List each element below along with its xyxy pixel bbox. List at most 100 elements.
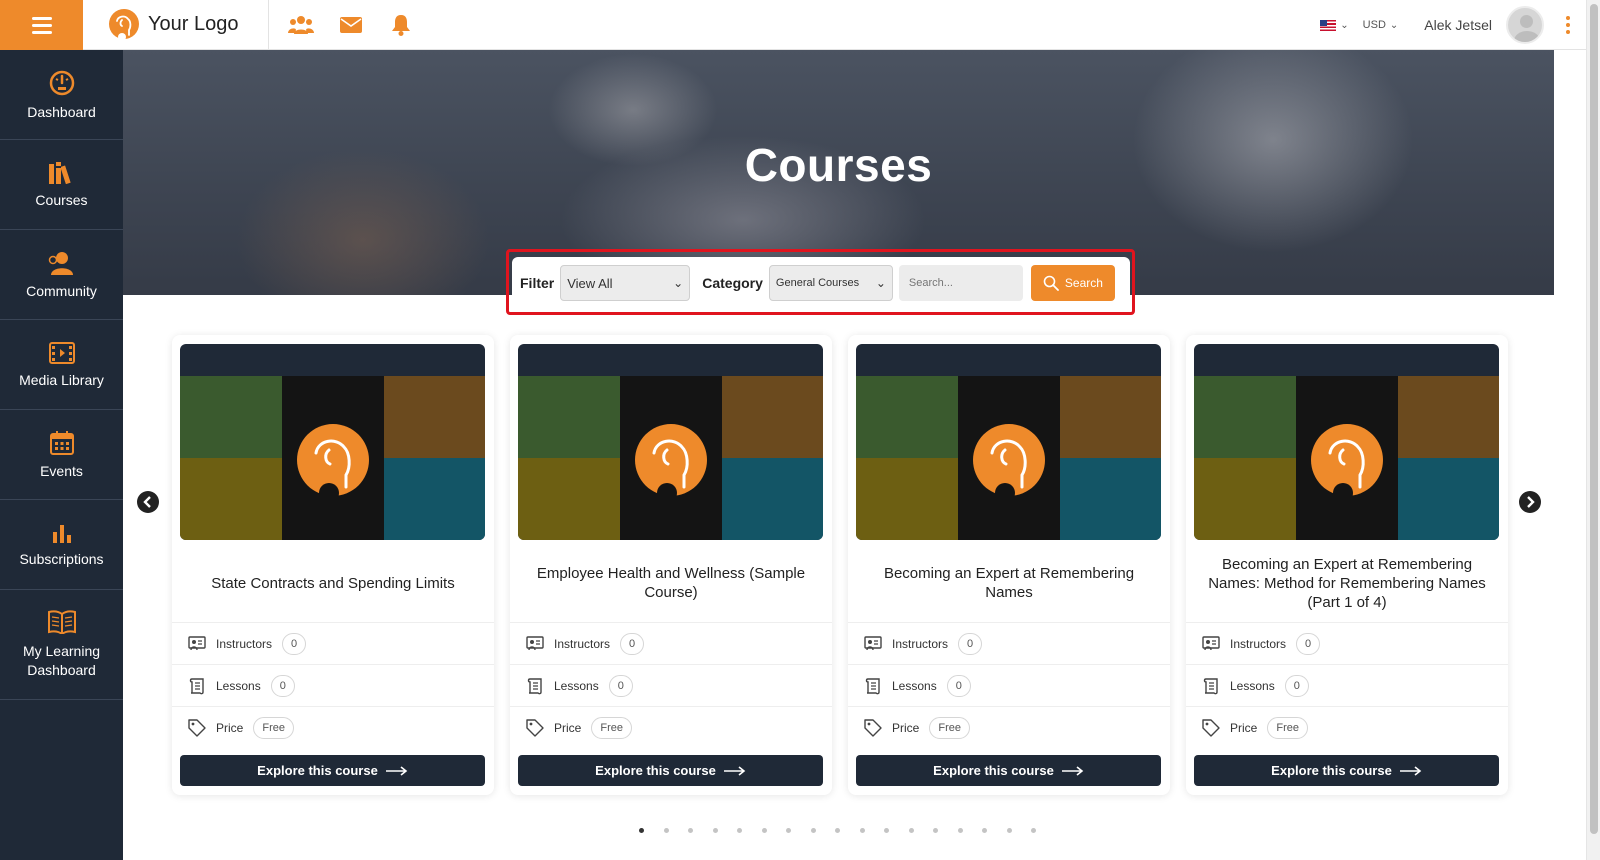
currency-selector[interactable]: USD ⌄ bbox=[1363, 19, 1399, 31]
carousel-dot[interactable] bbox=[835, 828, 840, 833]
lessons-row: Lessons 0 bbox=[510, 664, 832, 706]
course-title[interactable]: Employee Health and Wellness (Sample Cou… bbox=[526, 545, 816, 621]
instructors-count: 0 bbox=[620, 632, 645, 655]
lessons-count: 0 bbox=[946, 674, 971, 697]
explore-course-button[interactable]: Explore this course bbox=[856, 755, 1161, 786]
carousel-dot[interactable] bbox=[810, 828, 816, 833]
page-scrollbar[interactable] bbox=[1586, 0, 1600, 860]
lessons-label: Lessons bbox=[892, 678, 937, 693]
carousel-next-button[interactable] bbox=[1519, 491, 1541, 513]
menu-toggle-button[interactable] bbox=[0, 0, 83, 50]
carousel-dot[interactable] bbox=[737, 828, 742, 833]
sidebar: Dashboard Courses Community Media Librar… bbox=[0, 50, 123, 860]
notifications-button[interactable] bbox=[387, 12, 415, 38]
instructors-count: 0 bbox=[1296, 632, 1321, 655]
carousel-prev-button[interactable] bbox=[137, 491, 159, 513]
calendar-icon bbox=[49, 430, 74, 455]
carousel-dot[interactable] bbox=[859, 828, 865, 833]
carousel-dot[interactable] bbox=[786, 828, 791, 833]
instructor-board-icon bbox=[864, 635, 882, 650]
explore-course-label: Explore this course bbox=[933, 763, 1054, 778]
instructors-row: Instructors 0 bbox=[510, 622, 832, 664]
chevron-down-icon: ⌄ bbox=[1389, 19, 1399, 31]
lessons-row: Lessons 0 bbox=[848, 664, 1170, 706]
price-value: Free bbox=[1267, 716, 1308, 739]
dashboard-gauge-icon bbox=[49, 70, 74, 95]
sidebar-item-label: Media Library bbox=[19, 371, 104, 388]
sidebar-item-events[interactable]: Events bbox=[0, 410, 123, 500]
users-button[interactable] bbox=[287, 12, 315, 38]
sidebar-item-media-library[interactable]: Media Library bbox=[0, 320, 123, 410]
price-tag-icon bbox=[864, 718, 882, 737]
instructors-row: Instructors 0 bbox=[848, 622, 1170, 664]
carousel-dot[interactable] bbox=[933, 828, 938, 833]
sidebar-item-dashboard[interactable]: Dashboard bbox=[0, 50, 123, 140]
lessons-count: 0 bbox=[1284, 674, 1309, 697]
explore-course-button[interactable]: Explore this course bbox=[518, 755, 823, 786]
instructors-label: Instructors bbox=[216, 636, 273, 651]
scroll-lessons-icon bbox=[865, 677, 880, 694]
course-thumbnail[interactable] bbox=[518, 344, 823, 540]
sidebar-item-label: My Learning Dashboard bbox=[22, 642, 101, 678]
instructors-count: 0 bbox=[958, 632, 983, 655]
carousel-pagination bbox=[639, 828, 1036, 833]
logo[interactable]: Your Logo bbox=[108, 8, 238, 40]
carousel-dot[interactable] bbox=[884, 828, 889, 833]
price-row: Price Free bbox=[1186, 706, 1508, 748]
more-options-button[interactable] bbox=[1566, 16, 1570, 34]
carousel-dot[interactable] bbox=[1031, 828, 1036, 833]
price-tag-icon bbox=[188, 718, 206, 737]
lessons-row: Lessons 0 bbox=[1186, 664, 1508, 706]
avatar[interactable] bbox=[1506, 6, 1544, 44]
carousel-dot[interactable] bbox=[639, 828, 644, 833]
explore-course-button[interactable]: Explore this course bbox=[1194, 755, 1499, 786]
envelope-icon bbox=[340, 17, 362, 33]
course-thumbnail[interactable] bbox=[856, 344, 1161, 540]
sidebar-item-courses[interactable]: Courses bbox=[0, 140, 123, 230]
chevron-left-icon bbox=[143, 496, 151, 508]
explore-course-button[interactable]: Explore this course bbox=[180, 755, 485, 786]
price-value: Free bbox=[591, 716, 632, 739]
sidebar-item-subscriptions[interactable]: Subscriptions bbox=[0, 500, 123, 590]
course-title[interactable]: State Contracts and Spending Limits bbox=[188, 545, 478, 621]
price-row: Price Free bbox=[848, 706, 1170, 748]
price-value: Free bbox=[253, 716, 294, 739]
kebab-dot bbox=[1566, 30, 1570, 34]
lessons-label: Lessons bbox=[554, 678, 599, 693]
course-thumbnail[interactable] bbox=[1194, 344, 1499, 540]
sidebar-item-community[interactable]: Community bbox=[0, 230, 123, 320]
carousel-dot[interactable] bbox=[761, 828, 767, 833]
hamburger-icon bbox=[31, 15, 52, 36]
price-tag-icon bbox=[526, 718, 544, 737]
sidebar-item-label: Subscriptions bbox=[19, 550, 104, 567]
carousel-dot[interactable] bbox=[663, 828, 669, 833]
course-title[interactable]: Becoming an Expert at Remembering Names bbox=[864, 545, 1154, 621]
price-row: Price Free bbox=[172, 706, 494, 748]
scrollbar-thumb[interactable] bbox=[1590, 4, 1598, 834]
sidebar-item-label: Events bbox=[40, 462, 83, 479]
lessons-label: Lessons bbox=[216, 678, 261, 693]
instructors-count: 0 bbox=[282, 632, 307, 655]
course-thumbnail[interactable] bbox=[180, 344, 485, 540]
carousel-dot[interactable] bbox=[982, 828, 987, 833]
instructors-label: Instructors bbox=[1230, 636, 1287, 651]
language-selector[interactable]: ⌄ bbox=[1320, 19, 1349, 31]
instructors-row: Instructors 0 bbox=[172, 622, 494, 664]
sidebar-item-my-learning-dashboard[interactable]: My Learning Dashboard bbox=[0, 590, 123, 700]
carousel-dot[interactable] bbox=[712, 828, 718, 833]
user-name[interactable]: Alek Jetsel bbox=[1424, 17, 1492, 33]
elephant-logo-icon bbox=[1311, 424, 1383, 497]
community-person-icon bbox=[48, 251, 73, 275]
header-divider bbox=[268, 0, 269, 50]
messages-button[interactable] bbox=[337, 12, 365, 38]
course-title[interactable]: Becoming an Expert at Remembering Names:… bbox=[1202, 545, 1492, 621]
price-label: Price bbox=[554, 720, 582, 735]
books-icon bbox=[48, 161, 71, 184]
lessons-count: 0 bbox=[608, 674, 633, 697]
carousel-dot[interactable] bbox=[908, 828, 914, 833]
bar-chart-icon bbox=[52, 524, 71, 543]
instructors-label: Instructors bbox=[554, 636, 611, 651]
carousel-dot[interactable] bbox=[957, 828, 963, 833]
carousel-dot[interactable] bbox=[688, 828, 693, 833]
carousel-dot[interactable] bbox=[1006, 828, 1012, 833]
